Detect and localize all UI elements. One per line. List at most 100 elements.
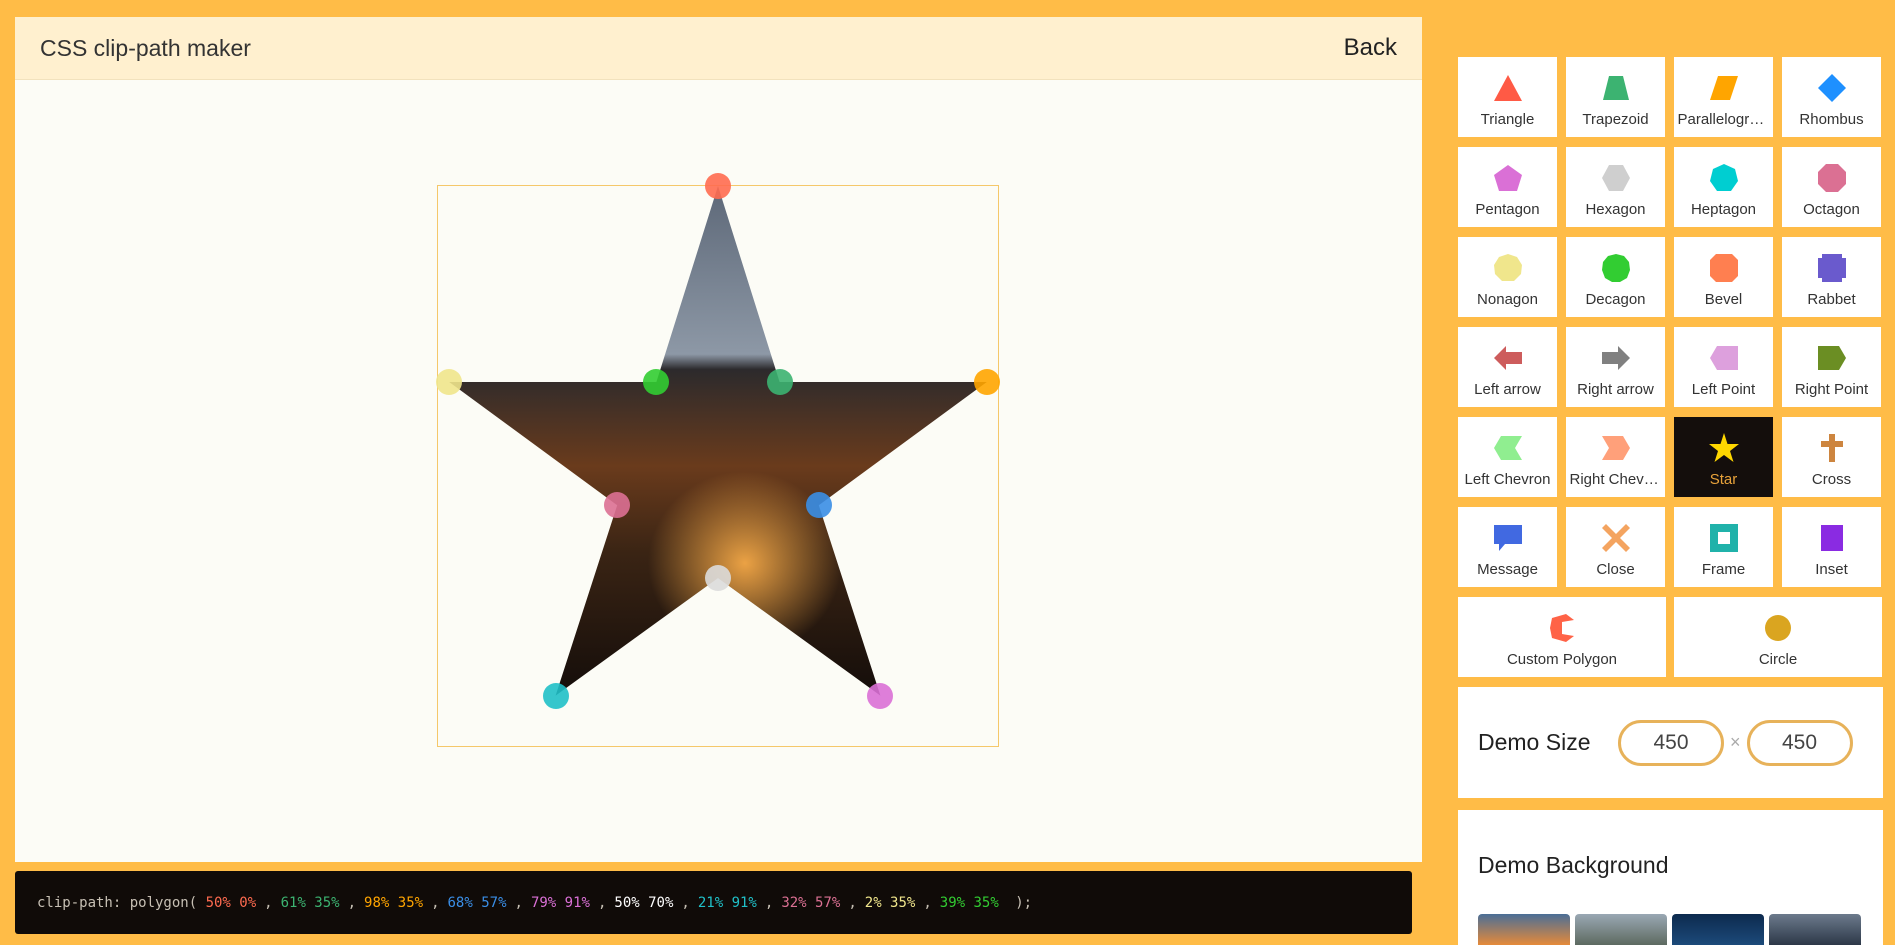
polygon-handle[interactable]	[867, 682, 894, 709]
code-point: 61% 35%	[280, 894, 340, 911]
shape-tile-trapezoid[interactable]: Trapezoid	[1566, 57, 1665, 137]
shape-tile-label: Custom Polygon	[1506, 651, 1618, 668]
polygon-handle[interactable]	[643, 369, 670, 395]
right-arrow-icon	[1601, 346, 1630, 370]
shape-tile-label: Bevel	[1704, 291, 1743, 308]
shape-tile-label: Cross	[1811, 471, 1852, 488]
shape-tile-hexagon[interactable]: Hexagon	[1566, 147, 1665, 227]
side-panel: Triangle Trapezoid Parallelogram Rhombus Pen…	[1448, 0, 1895, 945]
polygon-handle[interactable]	[542, 682, 569, 709]
left-arrow-icon	[1493, 346, 1522, 370]
back-link[interactable]: Back	[1344, 34, 1397, 62]
background-thumb-mountain[interactable]	[1769, 914, 1861, 945]
code-prefix: clip-path:	[37, 894, 130, 911]
demo-width-input[interactable]	[1618, 719, 1724, 766]
shape-tile-label: Pentagon	[1475, 201, 1540, 218]
code-separator: ,	[514, 894, 523, 911]
code-fn-close: );	[1006, 894, 1033, 911]
shape-tile-decagon[interactable]: Decagon	[1566, 237, 1665, 317]
shape-tile-rhombus[interactable]: Rhombus	[1782, 57, 1881, 137]
shape-tile-custom-polygon[interactable]: Custom Polygon	[1458, 597, 1666, 677]
shape-tile-heptagon[interactable]: Heptagon	[1674, 147, 1773, 227]
code-separator: ,	[923, 894, 932, 911]
heptagon-icon	[1709, 164, 1738, 191]
shape-tile-label: Left Chevron	[1464, 471, 1551, 488]
shape-tile-star[interactable]: Star	[1674, 417, 1773, 497]
code-point: 32% 57%	[781, 894, 841, 911]
polygon-handle[interactable]	[705, 565, 731, 591]
cross-icon	[1820, 434, 1843, 462]
code-point: 39% 35%	[939, 894, 999, 911]
left-point-icon	[1709, 346, 1738, 370]
page-title: CSS clip-path maker	[40, 34, 251, 61]
circle-icon	[1765, 615, 1791, 641]
shape-tile-triangle[interactable]: Triangle	[1458, 57, 1557, 137]
frame-icon	[1709, 524, 1738, 552]
times-sign: ×	[1730, 732, 1741, 752]
shape-tile-label: Right arrow	[1577, 381, 1654, 398]
code-separator: ,	[681, 894, 690, 911]
background-thumb-night[interactable]	[1672, 914, 1764, 945]
clip-stage	[436, 173, 1000, 747]
shape-tile-left-point[interactable]: Left Point	[1674, 327, 1773, 407]
custom-polygon-icon	[1550, 614, 1574, 642]
shape-tile-circle[interactable]: Circle	[1674, 597, 1882, 677]
shape-tile-message[interactable]: Message	[1458, 507, 1557, 587]
shape-tile-cross[interactable]: Cross	[1782, 417, 1881, 497]
shape-tile-inset[interactable]: Inset	[1782, 507, 1881, 587]
clip-path-code[interactable]: clip-path: polygon( 50% 0%, 61% 35%, 98% 3…	[15, 871, 1412, 934]
shape-tile-parallelogram[interactable]: Parallelogram	[1674, 57, 1773, 137]
shape-tile-label: Right Point	[1794, 381, 1869, 398]
hexagon-icon	[1601, 165, 1630, 191]
demo-height-input[interactable]	[1746, 719, 1853, 766]
shape-tile-left-chevron[interactable]: Left Chevron	[1458, 417, 1557, 497]
shape-tile-label: Decagon	[1585, 291, 1646, 308]
polygon-handle[interactable]	[705, 173, 731, 199]
code-separator: ,	[764, 894, 774, 911]
shape-tile-right-arrow[interactable]: Right arrow	[1566, 327, 1665, 407]
editor-header: CSS clip-path maker Back	[15, 17, 1422, 80]
shape-tile-right-point[interactable]: Right Point	[1782, 327, 1881, 407]
nonagon-icon	[1493, 254, 1522, 281]
code-point: 21% 91%	[697, 894, 757, 911]
bevel-icon	[1709, 254, 1738, 282]
code-fn-open: polygon(	[129, 894, 206, 911]
shape-tile-label: Heptagon	[1690, 201, 1757, 218]
polygon-handle[interactable]	[973, 369, 1000, 395]
shape-tile-label: Circle	[1758, 651, 1798, 668]
shape-tile-nonagon[interactable]: Nonagon	[1458, 237, 1557, 317]
shape-tile-right-chevron[interactable]: Right Chevron	[1566, 417, 1665, 497]
shape-tile-label: Left arrow	[1474, 381, 1541, 398]
shape-tile-rabbet[interactable]: Rabbet	[1782, 237, 1881, 317]
demo-size-card: Demo Size ×	[1458, 687, 1883, 798]
close-icon	[1601, 524, 1630, 552]
shape-tile-left-arrow[interactable]: Left arrow	[1458, 327, 1557, 407]
shape-tile-octagon[interactable]: Octagon	[1782, 147, 1881, 227]
star-icon	[1708, 433, 1739, 462]
polygon-handle[interactable]	[766, 369, 793, 395]
polygon-handle[interactable]	[805, 492, 832, 519]
shape-tile-label: Frame	[1701, 561, 1746, 578]
code-separator: ,	[347, 894, 357, 911]
demo-background-label: Demo Background	[1478, 852, 1669, 878]
background-thumb-sunset[interactable]	[1478, 914, 1570, 945]
polygon-handle[interactable]	[436, 369, 463, 395]
parallelogram-icon	[1709, 76, 1738, 100]
shape-tile-pentagon[interactable]: Pentagon	[1458, 147, 1557, 227]
code-separator: ,	[848, 894, 857, 911]
background-thumb-city[interactable]	[1575, 914, 1667, 945]
code-point: 50% 0%	[205, 894, 257, 911]
shape-tile-label: Left Point	[1691, 381, 1756, 398]
shape-tile-label: Rhombus	[1799, 111, 1864, 128]
inset-icon	[1820, 525, 1843, 551]
shape-tile-label: Right Chevron	[1569, 471, 1662, 488]
trapezoid-icon	[1602, 76, 1629, 100]
right-point-icon	[1817, 346, 1846, 370]
shape-tile-label: Hexagon	[1585, 201, 1646, 218]
shape-tile-frame[interactable]: Frame	[1674, 507, 1773, 587]
polygon-handle[interactable]	[604, 492, 631, 519]
code-separator: ,	[431, 894, 440, 911]
shape-tile-bevel[interactable]: Bevel	[1674, 237, 1773, 317]
shape-tile-close[interactable]: Close	[1566, 507, 1665, 587]
shape-tile-label: Star	[1709, 471, 1738, 488]
